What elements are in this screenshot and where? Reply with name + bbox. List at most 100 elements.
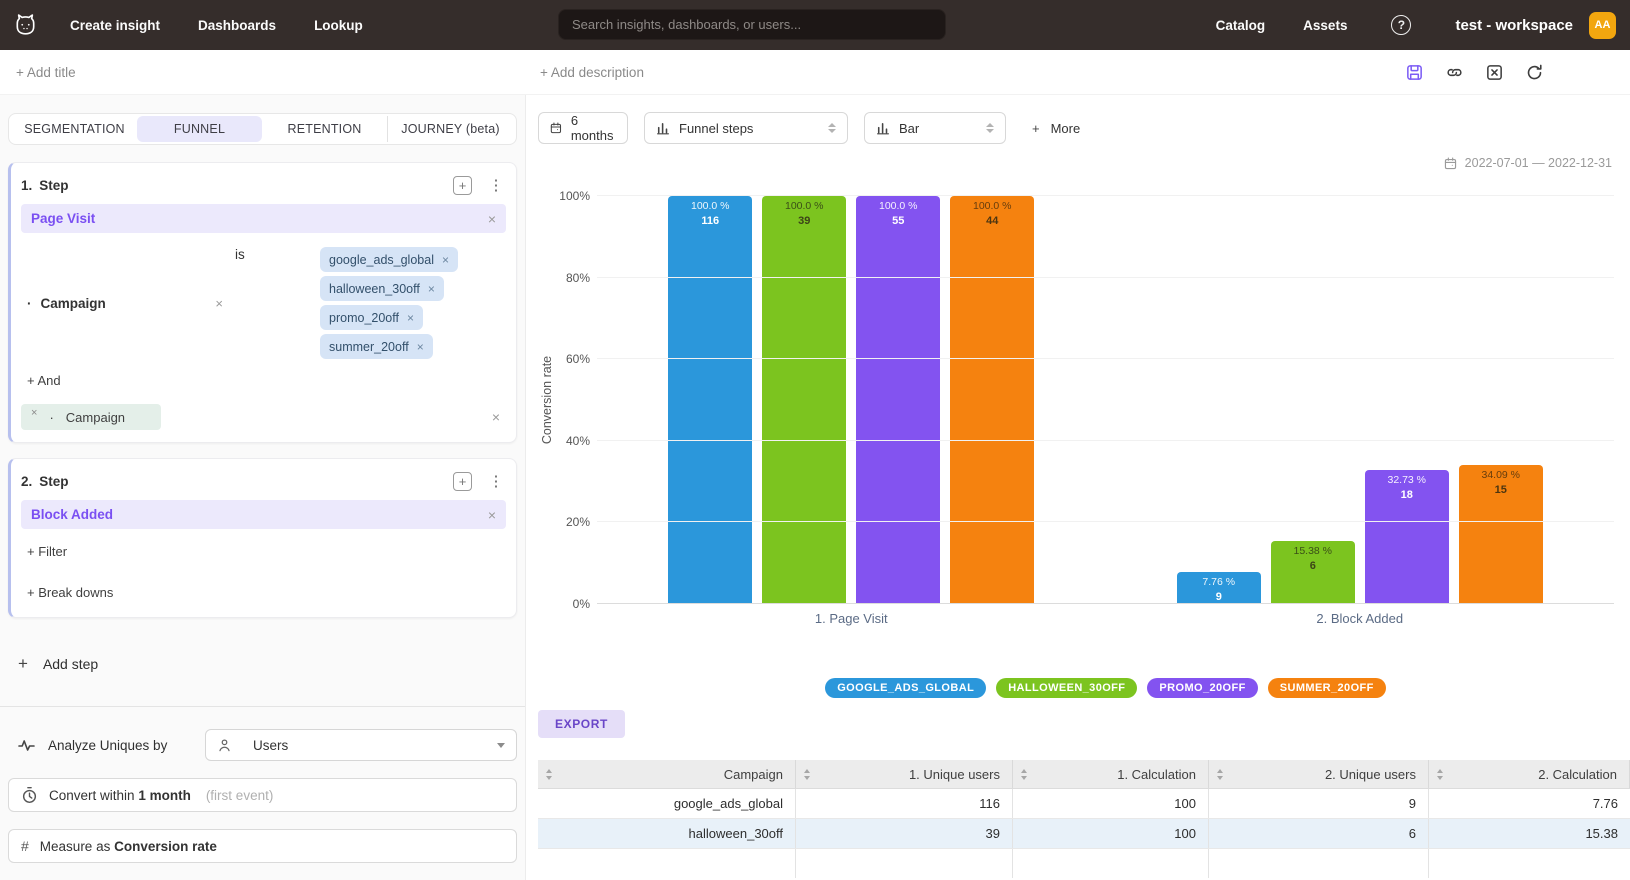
event-row[interactable]: Block Added × [21, 500, 506, 529]
bar-google-ads-global-2-block-added[interactable]: 7.76 %9 [1177, 572, 1261, 604]
convert-within-setting[interactable]: Convert within 1 month (first event) [8, 778, 517, 812]
legend-chip-google-ads-global[interactable]: GOOGLE_ADS_GLOBAL [825, 678, 986, 698]
save-icon[interactable] [1405, 63, 1424, 82]
legend-chip-summer-20off[interactable]: SUMMER_20OFF [1268, 678, 1386, 698]
table-header-2-calculation[interactable]: 2. Calculation [1429, 760, 1630, 788]
sort-icon[interactable] [1217, 769, 1223, 780]
bar-promo-20off-2-block-added[interactable]: 32.73 %18 [1365, 470, 1449, 604]
bar-summer-20off-2-block-added[interactable]: 34.09 %15 [1459, 465, 1543, 604]
tab-funnel[interactable]: FUNNEL [137, 116, 262, 142]
step-title: Step [39, 474, 68, 489]
filter-value-chip[interactable]: halloween_30off × [320, 276, 444, 301]
breakdown-property: Campaign [66, 410, 125, 425]
main-nav-items: Create insight Dashboards Lookup [70, 18, 363, 33]
table-cell: 39 [796, 819, 1013, 848]
remove-event-icon[interactable]: × [488, 507, 496, 523]
bar-halloween-30off-1-page-visit[interactable]: 100.0 %39 [762, 196, 846, 604]
filter-value-label: summer_20off [329, 340, 409, 354]
filter-property[interactable]: Campaign [41, 296, 106, 311]
step-menu-icon[interactable]: ⋮ [486, 176, 506, 194]
avatar[interactable]: AA [1589, 12, 1616, 39]
search-input[interactable] [558, 9, 946, 40]
table-row[interactable]: halloween_30off39100615.38 [538, 819, 1630, 849]
filter-value-label: halloween_30off [329, 282, 420, 296]
table-header-1-unique-users[interactable]: 1. Unique users [796, 760, 1013, 788]
remove-value-icon[interactable]: × [428, 282, 435, 296]
add-inline-step-icon[interactable]: + [453, 176, 472, 195]
copy-link-icon[interactable] [1445, 63, 1464, 82]
breakdown-property-chip[interactable]: × · Campaign [21, 404, 161, 430]
bar-google-ads-global-1-page-visit[interactable]: 100.0 %116 [668, 196, 752, 604]
chart-panel: 6 months Funnel steps Bar + [526, 95, 1630, 880]
table-header-1-calculation[interactable]: 1. Calculation [1013, 760, 1209, 788]
analyze-uniques-row: Analyze Uniques by Users [8, 729, 517, 761]
remove-filter-icon[interactable]: × [215, 296, 223, 311]
filter-value-chip[interactable]: promo_20off× [320, 305, 423, 330]
table-cell: google_ads_global [538, 789, 796, 818]
add-breakdowns-button[interactable]: + Break downs [27, 580, 506, 605]
filter-value-chip[interactable]: google_ads_global× [320, 247, 458, 272]
bar-percent: 7.76 % [1177, 575, 1261, 590]
table-row[interactable]: google_ads_global11610097.76 [538, 789, 1630, 819]
step-menu-icon[interactable]: ⋮ [486, 472, 506, 490]
bar-count: 39 [762, 214, 846, 229]
nav-item-create-insight[interactable]: Create insight [70, 18, 160, 33]
legend-chip-halloween-30off[interactable]: HALLOWEEN_30OFF [996, 678, 1137, 698]
tab-journey-beta[interactable]: JOURNEY (beta) [387, 116, 513, 142]
event-row[interactable]: Page Visit × [21, 204, 506, 233]
sort-icon[interactable] [1437, 769, 1443, 780]
step-card-1: 1. Step + ⋮ Page Visit × · Campaign × is… [8, 162, 517, 443]
bar-value-label: 15.38 %6 [1271, 544, 1355, 574]
add-and-condition-button[interactable]: + And [27, 367, 506, 394]
legend-chip-promo-20off[interactable]: PROMO_20OFF [1147, 678, 1257, 698]
nav-item-catalog[interactable]: Catalog [1216, 18, 1266, 33]
export-button[interactable]: EXPORT [538, 710, 625, 738]
bar-halloween-30off-2-block-added[interactable]: 15.38 %6 [1271, 541, 1355, 604]
nav-item-dashboards[interactable]: Dashboards [198, 18, 276, 33]
analyze-uniques-select[interactable]: Users [205, 729, 517, 761]
table-header-campaign[interactable]: Campaign [538, 760, 796, 788]
add-title-button[interactable]: + Add title [0, 65, 526, 80]
remove-event-icon[interactable]: × [488, 211, 496, 227]
workspace-name[interactable]: test - workspace [1455, 17, 1573, 34]
remove-row-icon[interactable]: × [492, 409, 500, 425]
table-row-partial [538, 849, 1630, 875]
nav-item-lookup[interactable]: Lookup [314, 18, 363, 33]
date-range-button[interactable]: 6 months [538, 112, 628, 144]
chart-type-select[interactable]: Bar [864, 112, 1006, 144]
add-inline-step-icon[interactable]: + [453, 472, 472, 491]
bar-promo-20off-1-page-visit[interactable]: 100.0 %55 [856, 196, 940, 604]
bar-value-label: 100.0 %39 [762, 199, 846, 229]
filter-operator[interactable]: is [235, 247, 245, 359]
help-icon[interactable]: ? [1391, 15, 1411, 35]
plus-icon: + [1032, 121, 1040, 136]
stepper-icons [828, 123, 836, 133]
table-header-2-unique-users[interactable]: 2. Unique users [1209, 760, 1429, 788]
sort-icon[interactable] [804, 769, 810, 780]
remove-value-icon[interactable]: × [442, 253, 449, 267]
bar-percent: 15.38 % [1271, 544, 1355, 559]
bar-summer-20off-1-page-visit[interactable]: 100.0 %44 [950, 196, 1034, 604]
filter-value-chip[interactable]: summer_20off × [320, 334, 433, 359]
bar-percent: 100.0 % [950, 199, 1034, 214]
more-button[interactable]: + More [1032, 121, 1080, 136]
add-description-button[interactable]: + Add description [526, 65, 644, 80]
measure-as-setting[interactable]: # Measure as Conversion rate [8, 829, 517, 863]
add-step-button[interactable]: + Add step [18, 654, 517, 674]
tab-retention[interactable]: RETENTION [262, 116, 387, 142]
close-square-icon[interactable] [1485, 63, 1504, 82]
refresh-icon[interactable] [1525, 63, 1544, 82]
add-filter-button[interactable]: + Filter [27, 539, 506, 564]
chart-legend: GOOGLE_ADS_GLOBAL HALLOWEEN_30OFF PROMO_20… [597, 678, 1614, 698]
measurement-select[interactable]: Funnel steps [644, 112, 848, 144]
tab-segmentation[interactable]: SEGMENTATION [12, 116, 137, 142]
category-group-2: 7.76 %9 15.38 %6 32.73 %1834.09 %15 [1106, 196, 1615, 604]
remove-value-icon[interactable]: × [407, 311, 414, 325]
sort-icon[interactable] [1021, 769, 1027, 780]
sort-icon[interactable] [546, 769, 552, 780]
app-logo-cat-icon[interactable] [10, 10, 40, 40]
remove-value-icon[interactable]: × [417, 340, 424, 354]
remove-breakdown-icon[interactable]: × [31, 404, 37, 419]
bar-count: 18 [1365, 488, 1449, 503]
nav-item-assets[interactable]: Assets [1303, 18, 1347, 33]
